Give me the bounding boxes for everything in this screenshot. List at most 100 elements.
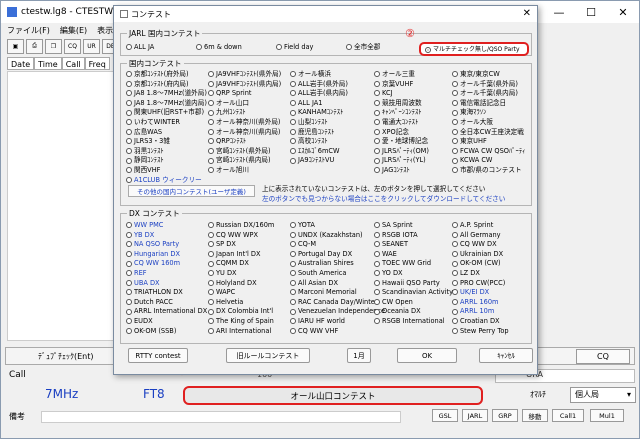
dx-contest-radio[interactable]: WW PMC: [126, 222, 163, 229]
dx-contest-radio[interactable]: YU DX: [208, 270, 237, 277]
dx-contest-radio[interactable]: ARRL 160m: [452, 299, 498, 306]
dx-contest-radio[interactable]: SP DX: [208, 241, 236, 248]
close-button[interactable]: ✕: [607, 1, 639, 23]
domestic-contest-radio[interactable]: オール山口: [208, 100, 249, 107]
domestic-contest-radio[interactable]: 鹿児島ｺﾝﾃｽﾄ: [290, 128, 334, 136]
print-icon[interactable]: ⎙: [26, 38, 43, 54]
dx-contest-radio[interactable]: CQ WW 160m: [126, 260, 180, 267]
domestic-contest-radio[interactable]: JAGｺﾝﾃｽﾄ: [374, 167, 410, 174]
domestic-contest-radio[interactable]: オール大阪: [452, 119, 493, 126]
domestic-contest-radio[interactable]: ALL岩手(県外局): [290, 80, 348, 88]
call1-button[interactable]: Call1: [552, 409, 584, 422]
domestic-contest-radio[interactable]: KCJ: [374, 90, 393, 97]
dx-contest-radio[interactable]: Hawaii QSO Party: [374, 279, 440, 287]
domestic-contest-radio[interactable]: 市郡/県のコンテスト: [452, 167, 522, 174]
dx-contest-radio[interactable]: ARRL 10m: [452, 308, 494, 315]
domestic-contest-radio[interactable]: 宮崎ｺﾝﾃｽﾄ(県内局): [208, 157, 271, 164]
radio-field-day[interactable]: Field day: [276, 44, 313, 51]
domestic-contest-radio[interactable]: 山梨ｺﾝﾃｽﾄ: [290, 119, 328, 126]
col-time[interactable]: Time: [34, 57, 62, 70]
memo-field[interactable]: [41, 411, 401, 423]
dx-contest-radio[interactable]: Japan Int'l DX: [208, 251, 261, 258]
domestic-contest-radio[interactable]: 宮崎ｺﾝﾃｽﾄ(県外局): [208, 148, 271, 155]
dx-contest-radio[interactable]: ARRL International DX: [126, 308, 207, 315]
domestic-contest-radio[interactable]: 京都ｺﾝﾃｽﾄ(府内局): [126, 80, 189, 88]
dx-contest-radio[interactable]: OK-OM (SSB): [126, 327, 176, 335]
old-rule-contest-button[interactable]: 旧ルールコンテスト: [226, 348, 310, 363]
mul1-button[interactable]: Mul1: [590, 409, 624, 422]
domestic-contest-radio[interactable]: オール千葉(県外局): [452, 80, 518, 88]
contest-select-button[interactable]: オール山口コンテスト: [183, 386, 483, 405]
domestic-contest-radio[interactable]: JLRSﾊﾟｰﾃｨ(YL): [374, 157, 426, 164]
domestic-contest-radio[interactable]: 九州ｺﾝﾃｽﾄ: [208, 109, 246, 116]
dx-contest-radio[interactable]: NA QSO Party: [126, 241, 179, 248]
dx-contest-radio[interactable]: South America: [290, 270, 346, 277]
dx-contest-radio[interactable]: CQ WW DX: [452, 241, 497, 248]
domestic-contest-radio[interactable]: オール三重: [374, 71, 415, 78]
dx-contest-radio[interactable]: CQ WW VHF: [290, 327, 338, 335]
domestic-contest-radio[interactable]: JA9VHFｺﾝﾃｽﾄ(県外局): [208, 71, 281, 78]
dx-contest-radio[interactable]: RAC Canada Day/Winter: [290, 299, 378, 306]
dx-contest-radio[interactable]: CQMM DX: [208, 260, 249, 267]
col-call[interactable]: Call: [61, 57, 85, 70]
domestic-contest-radio[interactable]: 京都ｺﾝﾃｽﾄ(府外局): [126, 71, 189, 78]
domestic-contest-radio[interactable]: ALL岩手(県内局): [290, 90, 348, 97]
col-date[interactable]: Date: [7, 57, 35, 70]
domestic-contest-radio[interactable]: 電通大ｺﾝﾃｽﾄ: [374, 119, 418, 126]
dx-contest-radio[interactable]: WAPC: [208, 289, 235, 296]
domestic-contest-radio[interactable]: いわてWINTER: [126, 119, 180, 126]
domestic-contest-radio[interactable]: オール旭川: [208, 167, 249, 174]
domestic-contest-radio[interactable]: FCWA CW QSOﾊﾟｰﾃｨ: [452, 148, 525, 155]
log-list[interactable]: [7, 71, 127, 341]
dx-contest-radio[interactable]: Australian Shires: [290, 260, 354, 267]
dx-contest-radio[interactable]: CQ-M: [290, 241, 316, 248]
domestic-contest-radio[interactable]: QRP Sprint: [208, 90, 252, 97]
dx-contest-radio[interactable]: Russian DX/160m: [208, 222, 274, 229]
dx-contest-radio[interactable]: The King of Spain: [208, 318, 274, 325]
domestic-contest-radio[interactable]: 京葉VUHF: [374, 80, 413, 88]
domestic-contest-radio[interactable]: 関西VHF: [126, 167, 160, 174]
dx-contest-radio[interactable]: Hungarian DX: [126, 251, 180, 258]
domestic-contest-radio[interactable]: 愛・地球博記念: [374, 138, 428, 145]
dx-contest-radio[interactable]: LZ DX: [452, 270, 480, 277]
cancel-button[interactable]: ｷｬﾝｾﾙ: [479, 348, 533, 363]
dx-contest-radio[interactable]: REF: [126, 270, 147, 277]
domestic-contest-radio[interactable]: JA9VHFｺﾝﾃｽﾄ(県内局): [208, 80, 281, 88]
domestic-contest-radio[interactable]: オール横浜: [290, 71, 331, 78]
domestic-contest-radio[interactable]: 競技用周波数: [374, 100, 422, 107]
dx-contest-radio[interactable]: Scandinavian Activity: [374, 289, 453, 296]
dx-contest-radio[interactable]: RSGB International: [374, 318, 445, 325]
domestic-contest-radio[interactable]: KANHAMｺﾝﾃｽﾄ: [290, 109, 343, 116]
dx-contest-radio[interactable]: Marconi Memorial: [290, 289, 357, 296]
dx-contest-radio[interactable]: All Asian DX: [290, 279, 338, 287]
cq-button[interactable]: CQ: [576, 349, 630, 364]
category-dropdown[interactable]: 個人局 ▾: [570, 387, 636, 403]
gsl-button[interactable]: GSL: [432, 409, 458, 422]
dupe-check-label[interactable]: ﾃﾞｭﾌﾟﾁｪｯｸ(Ent): [38, 351, 94, 362]
dx-contest-radio[interactable]: Ukrainian DX: [452, 251, 503, 258]
dx-contest-radio[interactable]: All Germany: [452, 231, 501, 239]
radio-all-ja[interactable]: ALL JA: [126, 44, 154, 51]
menu-edit[interactable]: 編集(E): [60, 25, 87, 36]
domestic-contest-radio[interactable]: JA8 1.8～7MHz(道内局): [126, 100, 207, 107]
dx-contest-radio[interactable]: Stew Perry Top: [452, 327, 509, 335]
dx-contest-radio[interactable]: OK-OM (CW): [452, 260, 501, 267]
domestic-contest-radio[interactable]: 関東UHF(旧RST+市郡): [126, 109, 204, 116]
dx-contest-radio[interactable]: RSGB IOTA: [374, 231, 418, 239]
menu-file[interactable]: ファイル(F): [7, 25, 50, 36]
domestic-contest-radio[interactable]: JA9ｺﾝﾃｽﾄVU: [290, 157, 334, 164]
dx-contest-radio[interactable]: EUDX: [126, 318, 153, 325]
domestic-contest-radio[interactable]: KCWA CW: [452, 157, 492, 164]
domestic-contest-radio[interactable]: オール神奈川(県内局): [208, 128, 281, 136]
domestic-contest-radio[interactable]: オール神奈川(県外局): [208, 119, 281, 126]
dx-contest-radio[interactable]: A.P. Sprint: [452, 222, 493, 229]
radio-zenshi-zengun[interactable]: 全市全郡: [346, 44, 380, 51]
domestic-contest-radio[interactable]: XPO記念: [374, 128, 409, 136]
domestic-contest-radio[interactable]: 羽黒ｺﾝﾃｽﾄ: [126, 148, 164, 155]
download-link[interactable]: 左のボタンでも見つからない場合はここをクリックしてダウンロードしてください: [262, 193, 505, 203]
jarl-button[interactable]: JARL: [462, 409, 488, 422]
grp-button[interactable]: GRP: [492, 409, 518, 422]
domestic-contest-radio[interactable]: 東京UHF: [452, 138, 487, 145]
dx-contest-radio[interactable]: IARU HF world: [290, 318, 345, 325]
domestic-contest-radio[interactable]: 高校ｺﾝﾃｽﾄ: [290, 138, 328, 145]
